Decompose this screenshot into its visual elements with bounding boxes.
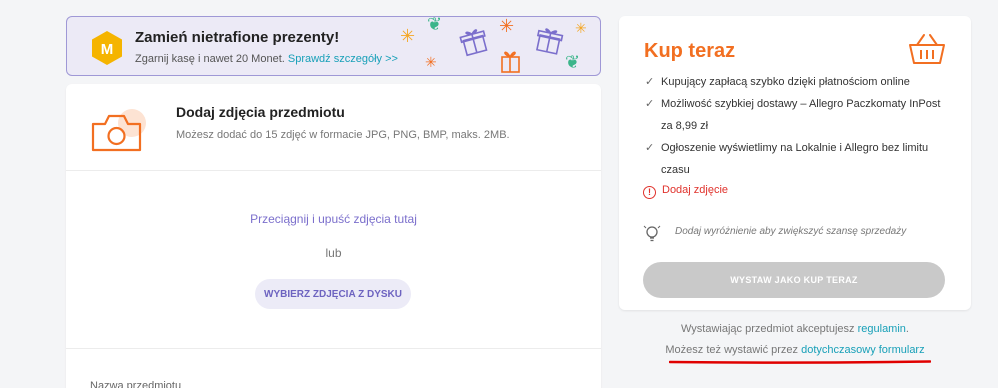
publish-buy-now-button[interactable]: WYSTAW JAKO KUP TERAZ <box>643 262 945 298</box>
holly-icon: ❦ <box>565 52 581 72</box>
check-icon: ✓ <box>645 76 655 88</box>
camera-icon <box>91 109 146 152</box>
add-photo-warning: ! Dodaj zdjęcie <box>643 184 728 199</box>
gift-icon <box>501 51 520 73</box>
feature-item: ✓ Ogłoszenie wyświetlimy na Lokalnie i A… <box>645 137 951 181</box>
promo-subtitle: Zgarnij kasę i nawet 20 Monet. Sprawdź s… <box>135 53 398 65</box>
basket-icon <box>909 34 945 64</box>
feature-item: ✓ Możliwość szybkiej dostawy – Allegro P… <box>645 93 951 137</box>
legacy-form-text: Możesz też wystawić przez <box>665 344 799 356</box>
hint-text: Dodaj wyróżnienie aby zwiększyć szansę s… <box>675 226 907 237</box>
check-icon: ✓ <box>645 98 655 110</box>
promo-details-link[interactable]: Sprawdź szczegóły >> <box>288 53 398 65</box>
promo-banner[interactable]: M Zamień nietrafione prezenty! Zgarnij k… <box>66 16 601 76</box>
promo-title: Zamień nietrafione prezenty! <box>135 29 340 46</box>
monety-logo-icon: M <box>92 31 122 65</box>
lightbulb-icon <box>643 225 661 242</box>
photos-title: Dodaj zdjęcia przedmiotu <box>176 104 345 120</box>
gift-icon <box>535 28 564 55</box>
promotion-hint: Dodaj wyróżnienie aby zwiększyć szansę s… <box>643 225 907 242</box>
choose-photos-button[interactable]: WYBIERZ ZDJĘCIA Z DYSKU <box>255 279 411 309</box>
feature-text: Możliwość szybkiej dostawy – Allegro Pac… <box>661 98 941 132</box>
item-name-label: Nazwa przedmiotu <box>90 380 182 388</box>
terms-link[interactable]: regulamin <box>858 323 906 335</box>
terms-text: Wystawiając przedmiot akceptujesz <box>681 323 855 335</box>
drop-zone-text[interactable]: Przeciągnij i upuść zdjęcia tutaj <box>66 212 601 226</box>
divider <box>66 348 601 349</box>
snowflake-icon: ✳ <box>400 26 416 46</box>
legacy-form-note: Możesz też wystawić przez dotychczasowy … <box>619 344 971 356</box>
warning-text: Dodaj zdjęcie <box>662 184 729 196</box>
buy-now-card: Kup teraz ✓ Kupujący zapłacą szybko dzię… <box>619 16 971 310</box>
snowflake-icon: ✳ <box>499 16 515 36</box>
snowflake-icon: ✳ <box>575 20 587 36</box>
buy-now-title: Kup teraz <box>644 40 736 62</box>
terms-note: Wystawiając przedmiot akceptujesz regula… <box>619 323 971 335</box>
photos-card: Dodaj zdjęcia przedmiotu Możesz dodać do… <box>66 84 601 388</box>
holly-icon: ❦ <box>427 16 443 34</box>
annotation-underline <box>669 360 931 364</box>
snowflake-icon: ✳ <box>425 54 437 70</box>
divider <box>66 170 601 171</box>
legacy-form-link[interactable]: dotychczasowy formularz <box>801 344 925 356</box>
terms-period: . <box>905 323 909 335</box>
feature-item: ✓ Kupujący zapłacą szybko dzięki płatnoś… <box>645 71 961 93</box>
feature-text: Ogłoszenie wyświetlimy na Lokalnie i All… <box>661 142 929 176</box>
feature-text: Kupujący zapłacą szybko dzięki płatności… <box>661 76 910 88</box>
or-text: lub <box>325 246 342 260</box>
photos-description: Możesz dodać do 15 zdjęć w formacie JPG,… <box>176 129 510 141</box>
alert-icon: ! <box>643 186 656 199</box>
promo-subtitle-text: Zgarnij kasę i nawet 20 Monet. <box>135 53 285 65</box>
svg-text:M: M <box>101 41 114 58</box>
gift-icon <box>459 29 488 57</box>
check-icon: ✓ <box>645 142 655 154</box>
